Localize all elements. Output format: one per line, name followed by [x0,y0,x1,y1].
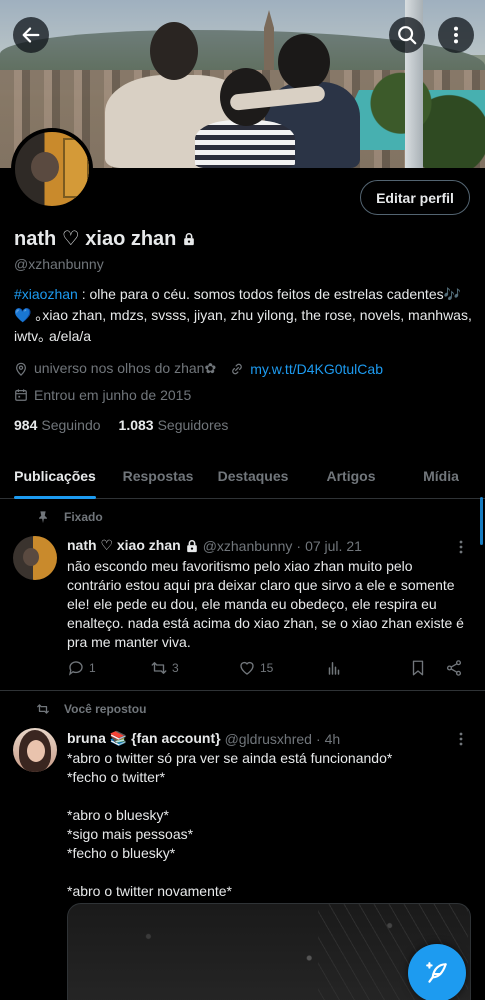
link-icon [232,363,242,374]
banner-trees [365,60,485,168]
repost-label: Você repostou [64,702,147,716]
reply-count: 1 [89,661,96,675]
heart-icon [240,661,254,675]
like-count: 15 [260,661,274,675]
avatar-frame [63,138,89,198]
tab-midia[interactable]: Mídia [411,452,471,499]
tweet-avatar-face [27,740,45,762]
profile-bio: #xiaozhan : olhe para o céu. somos todos… [14,284,474,347]
tweet-divider [0,690,485,691]
compose-button[interactable] [408,944,466,1000]
tweet-handle: @xzhanbunny [202,537,293,554]
calendar-icon [15,389,27,401]
profile-link[interactable]: my.w.tt/D4KG0tulCab [250,361,383,377]
tab-destaques[interactable]: Destaques [210,452,296,499]
pinned-context: Fixado [36,510,103,524]
follow-stats: 984 Seguindo 1.083 Seguidores [14,417,228,433]
banner-person-3-head [278,34,330,90]
tab-artigos[interactable]: Artigos [318,452,384,499]
banner-person-2 [195,120,295,168]
display-name-text: nath ♡ xiao zhan [14,228,177,250]
tab-respostas[interactable]: Respostas [110,452,206,499]
tab-publicacoes[interactable]: Publicações [14,452,96,499]
repost-context: Você repostou [36,702,146,716]
following-stat[interactable]: 984 Seguindo [14,417,101,433]
followers-stat[interactable]: 1.083 Seguidores [119,417,229,433]
repost-action[interactable]: 3 [150,659,238,677]
bookmark-icon [412,660,424,676]
compose-feather-icon [426,962,447,983]
followers-count: 1.083 [118,417,154,433]
profile-joined: Entrou em junho de 2015 [34,387,192,403]
avatar-face [31,152,59,182]
tweet-text: não escondo meu favoritismo pelo xiao zh… [67,558,468,650]
profile-joined-row: Entrou em junho de 2015 [14,387,191,403]
tweet-time[interactable]: 07 jul. 21 [305,538,362,554]
tweet-separator: · [315,730,321,747]
profile-handle: @xzhanbunny [14,256,104,272]
tweet-actions: 1 3 15 [67,659,467,677]
tweet-header: nath ♡ xiao zhan @xzhanbunny · 07 jul. 2… [67,537,362,554]
following-count: 984 [14,417,38,433]
tweet-avatar[interactable] [13,728,57,772]
more-button[interactable] [438,17,474,53]
repost-count: 3 [172,661,179,675]
views-action[interactable] [325,659,409,677]
edit-profile-button[interactable]: Editar perfil [360,180,470,215]
share-icon [446,660,462,676]
views-bar-chart-icon [328,662,340,675]
more-vertical-icon [453,26,459,44]
tweet-header: bruna 📚 {fan account} @gldrusxhred · 4h [67,730,340,747]
repost-icon [151,662,167,674]
profile-tabs: Publicações Respostas Destaques Artigos … [0,452,485,499]
back-button[interactable] [13,17,49,53]
profile-display-name: nath ♡ xiao zhan [14,226,196,251]
tweet-handle: @gldrusxhred [224,730,312,747]
lock-icon [186,539,197,552]
tweet-more-icon[interactable] [453,731,469,747]
tweet-display-name[interactable]: nath ♡ xiao zhan [67,537,181,554]
scrollbar[interactable] [480,497,483,545]
pinned-label: Fixado [64,510,103,524]
bio-text: : olhe para o céu. somos todos feitos de… [14,286,472,344]
lock-icon [184,232,195,245]
profile-location-row: universo nos olhos do zhan✿ my.w.tt/D4KG… [14,360,383,377]
followers-label: Seguidores [157,417,229,433]
profile-avatar[interactable] [11,128,93,210]
tweet-display-name[interactable]: bruna 📚 {fan account} [67,730,221,747]
pin-icon [39,511,47,524]
like-action[interactable]: 15 [238,659,325,677]
location-pin-icon [16,362,26,376]
tweet-text: *abro o twitter só pra ver se ainda está… [67,750,393,899]
profile-location: universo nos olhos do zhan✿ [34,360,217,376]
search-icon [398,26,417,45]
following-label: Seguindo [41,417,101,433]
tweet-avatar[interactable] [13,536,57,580]
search-button[interactable] [389,17,425,53]
arrow-left-icon [22,27,40,43]
tweet-separator: · [296,537,302,554]
reply-action[interactable]: 1 [67,659,150,677]
repost-icon [37,704,49,714]
bio-hashtag[interactable]: #xiaozhan [14,286,78,302]
reply-icon [68,661,83,676]
tweet-avatar-face [23,548,39,566]
tweet-more-icon[interactable] [453,539,469,555]
share-action[interactable] [445,659,463,677]
tweet-time[interactable]: 4h [325,731,341,747]
banner-person-1-head [150,22,198,80]
bookmark-action[interactable] [409,659,445,677]
